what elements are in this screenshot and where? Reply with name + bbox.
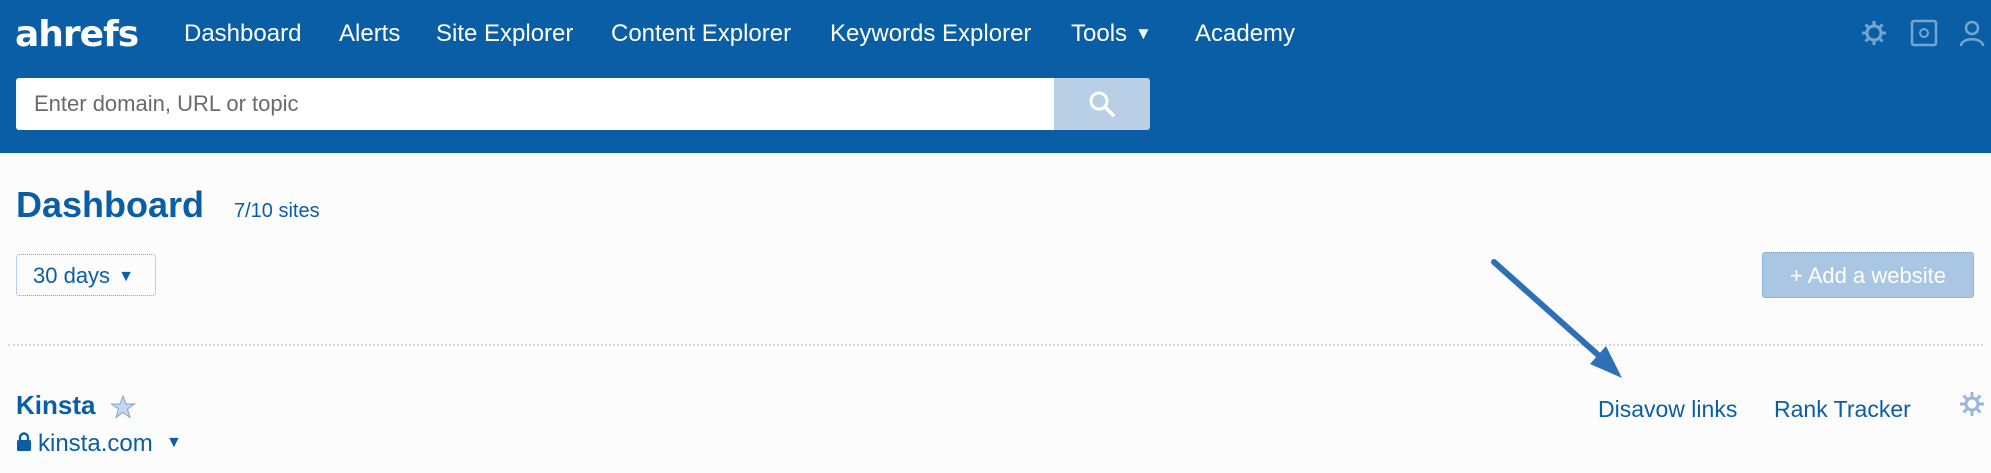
settings-icon[interactable] bbox=[1859, 18, 1889, 48]
gear-icon[interactable] bbox=[1958, 390, 1986, 418]
search-icon bbox=[1089, 91, 1115, 117]
star-icon[interactable] bbox=[110, 394, 136, 420]
search-input[interactable] bbox=[16, 78, 1054, 130]
lock-icon bbox=[17, 432, 31, 451]
nav-tools[interactable]: Tools ▼ bbox=[1071, 20, 1152, 48]
nav-site-explorer[interactable]: Site Explorer bbox=[436, 20, 573, 48]
disavow-links-link[interactable]: Disavow links bbox=[1598, 396, 1737, 423]
period-dropdown[interactable]: 30 days ▼ bbox=[16, 254, 156, 296]
search-button[interactable] bbox=[1054, 78, 1150, 130]
chevron-down-icon: ▼ bbox=[118, 268, 134, 285]
site-name[interactable]: Kinsta bbox=[16, 390, 95, 421]
nav-academy[interactable]: Academy bbox=[1195, 20, 1295, 48]
chevron-down-icon[interactable]: ▼ bbox=[166, 434, 182, 452]
top-navigation-bar: ahrefs Dashboard Alerts Site Explorer Co… bbox=[0, 0, 1991, 153]
add-website-button[interactable]: + Add a website bbox=[1762, 252, 1974, 298]
nav-dashboard[interactable]: Dashboard bbox=[184, 20, 301, 48]
chevron-down-icon: ▼ bbox=[1135, 24, 1152, 43]
site-url[interactable]: kinsta.com bbox=[38, 430, 153, 458]
nav-keywords-explorer[interactable]: Keywords Explorer bbox=[830, 20, 1031, 48]
rank-tracker-link[interactable]: Rank Tracker bbox=[1774, 396, 1911, 423]
ahrefs-logo[interactable]: ahrefs bbox=[15, 14, 139, 55]
nav-content-explorer[interactable]: Content Explorer bbox=[611, 20, 791, 48]
search-bar bbox=[16, 78, 1150, 130]
page-title: Dashboard bbox=[16, 184, 205, 225]
nav-alerts[interactable]: Alerts bbox=[339, 20, 400, 48]
period-value: 30 days bbox=[33, 263, 111, 288]
section-divider bbox=[8, 344, 1983, 346]
user-icon[interactable] bbox=[1957, 18, 1987, 48]
help-icon[interactable] bbox=[1909, 18, 1939, 48]
sites-count: 7/10 sites bbox=[234, 200, 320, 222]
